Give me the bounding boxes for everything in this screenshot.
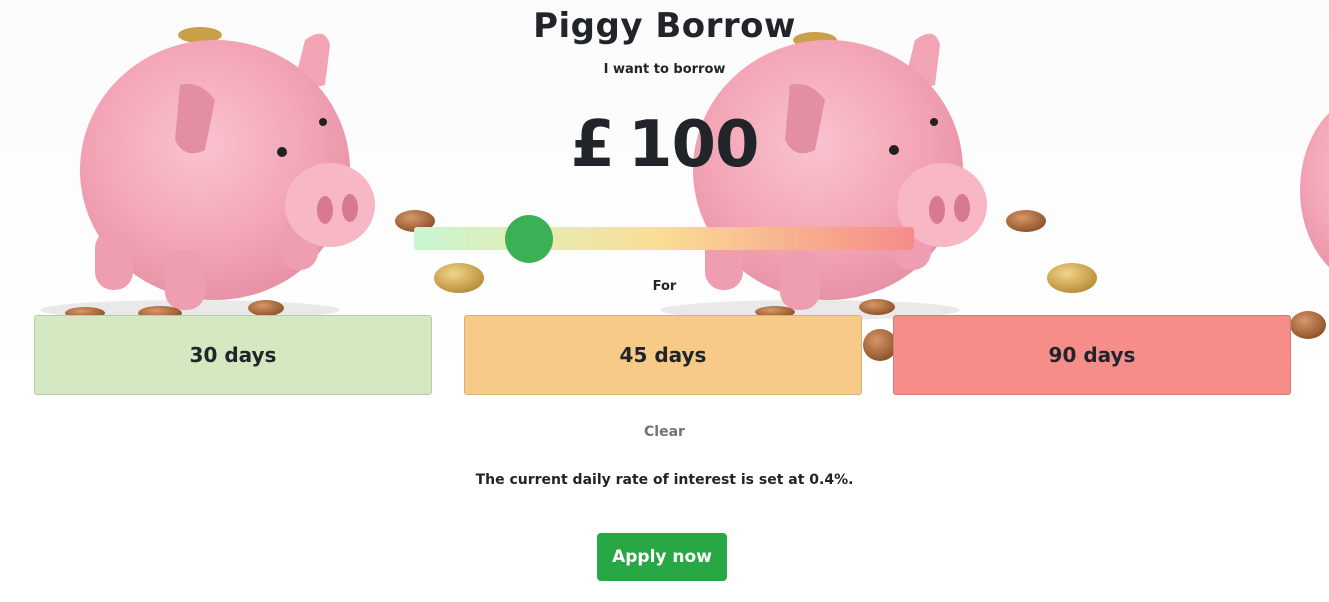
interest-rate-text: The current daily rate of interest is se… <box>475 472 854 488</box>
apply-now-button[interactable]: Apply now <box>597 533 727 581</box>
loan-calculator-page: Piggy Borrow I want to borrow £100 For 3… <box>0 0 1329 602</box>
slider-thumb[interactable] <box>505 215 553 263</box>
term-45-days-button[interactable]: 45 days <box>464 315 862 395</box>
loan-amount-value: 100 <box>627 108 760 182</box>
currency-symbol: £ <box>570 108 615 182</box>
term-label: For <box>652 279 677 294</box>
term-90-days-button[interactable]: 90 days <box>893 315 1291 395</box>
loan-amount-slider[interactable] <box>414 215 914 263</box>
clear-link[interactable]: Clear <box>0 424 1329 440</box>
term-30-days-button[interactable]: 30 days <box>34 315 432 395</box>
borrow-subtitle: I want to borrow <box>603 62 726 77</box>
loan-amount-display: £100 <box>0 108 1329 182</box>
page-title: Piggy Borrow <box>533 6 796 46</box>
